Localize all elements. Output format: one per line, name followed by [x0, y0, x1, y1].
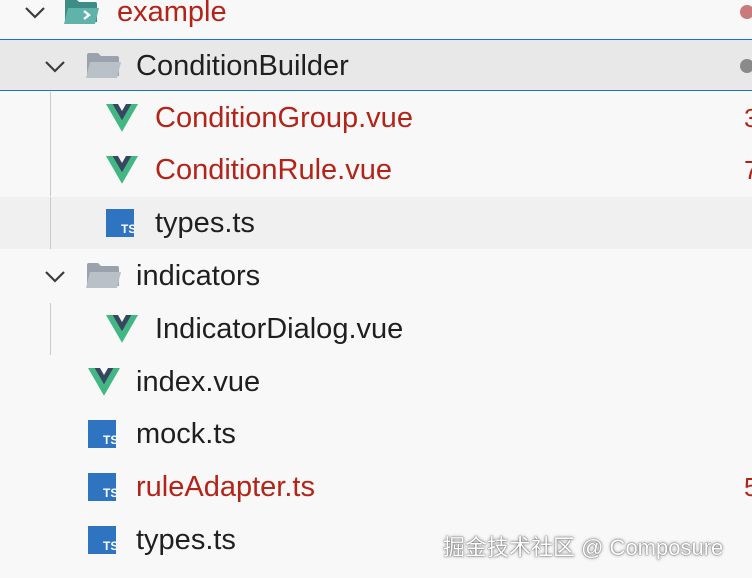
tree-item-ruleadapter-ts[interactable]: TS ruleAdapter.ts 5 [0, 461, 752, 513]
tree-item-conditionbuilder[interactable]: ConditionBuilder [0, 38, 752, 91]
tree-item-label: types.ts [155, 207, 255, 240]
tree-item-label: ConditionRule.vue [155, 154, 392, 187]
folder-open-icon [86, 52, 121, 78]
tree-item-label: types.ts [136, 524, 236, 556]
tree-item-index-vue[interactable]: index.vue [0, 356, 752, 408]
indent-guide [50, 197, 51, 250]
typescript-file-icon: TS [88, 526, 116, 554]
chevron-down-icon[interactable] [44, 56, 66, 78]
svg-text:TS: TS [121, 222, 134, 236]
tree-item-label: ConditionBuilder [136, 49, 349, 82]
tree-item-types-ts[interactable]: TS types.ts [0, 197, 752, 250]
tree-item-conditionrule-vue[interactable]: ConditionRule.vue 7 [0, 144, 752, 197]
vue-file-icon [88, 367, 120, 396]
tree-item-indicatordialog-vue[interactable]: IndicatorDialog.vue [0, 302, 752, 355]
tree-item-conditiongroup-vue[interactable]: ConditionGroup.vue 3 [0, 91, 752, 144]
tree-item-label: ruleAdapter.ts [136, 471, 315, 504]
indent-guide [50, 144, 51, 197]
svg-text:TS: TS [103, 539, 116, 553]
svg-text:TS: TS [103, 486, 116, 500]
watermark: 掘金技术社区 @ Composure [443, 535, 724, 560]
typescript-file-icon: TS [106, 209, 134, 238]
tree-item-example[interactable]: example [0, 0, 752, 38]
folder-open-icon [86, 263, 121, 288]
status-dot [740, 58, 752, 73]
tree-item-label: indicators [136, 260, 261, 292]
tree-item-label: ConditionGroup.vue [155, 101, 413, 134]
typescript-file-icon: TS [88, 420, 116, 449]
tree-item-label: index.vue [136, 365, 261, 398]
tree-item-mock-ts[interactable]: TS mock.ts [0, 408, 752, 460]
indent-guide [50, 302, 51, 355]
chevron-down-icon[interactable] [44, 266, 66, 288]
tree-item-label: example [117, 0, 227, 28]
source-folder-open-icon [64, 0, 99, 24]
status-dot [740, 5, 752, 19]
svg-text:TS: TS [103, 433, 116, 447]
chevron-down-icon[interactable] [24, 2, 46, 24]
tree-item-indicators[interactable]: indicators [0, 250, 752, 302]
problem-count-badge: 7 [744, 155, 752, 186]
problem-count-badge: 3 [744, 102, 752, 133]
problem-count-badge: 5 [744, 472, 752, 503]
vue-file-icon [106, 314, 138, 343]
vue-file-icon [106, 156, 138, 185]
typescript-file-icon: TS [88, 473, 116, 502]
tree-item-label: mock.ts [136, 418, 236, 451]
vue-file-icon [106, 103, 138, 132]
indent-guide [50, 91, 51, 144]
file-explorer-tree: example ConditionBuilder ConditionGroup.vu… [0, 0, 752, 578]
tree-item-label: IndicatorDialog.vue [155, 312, 404, 345]
